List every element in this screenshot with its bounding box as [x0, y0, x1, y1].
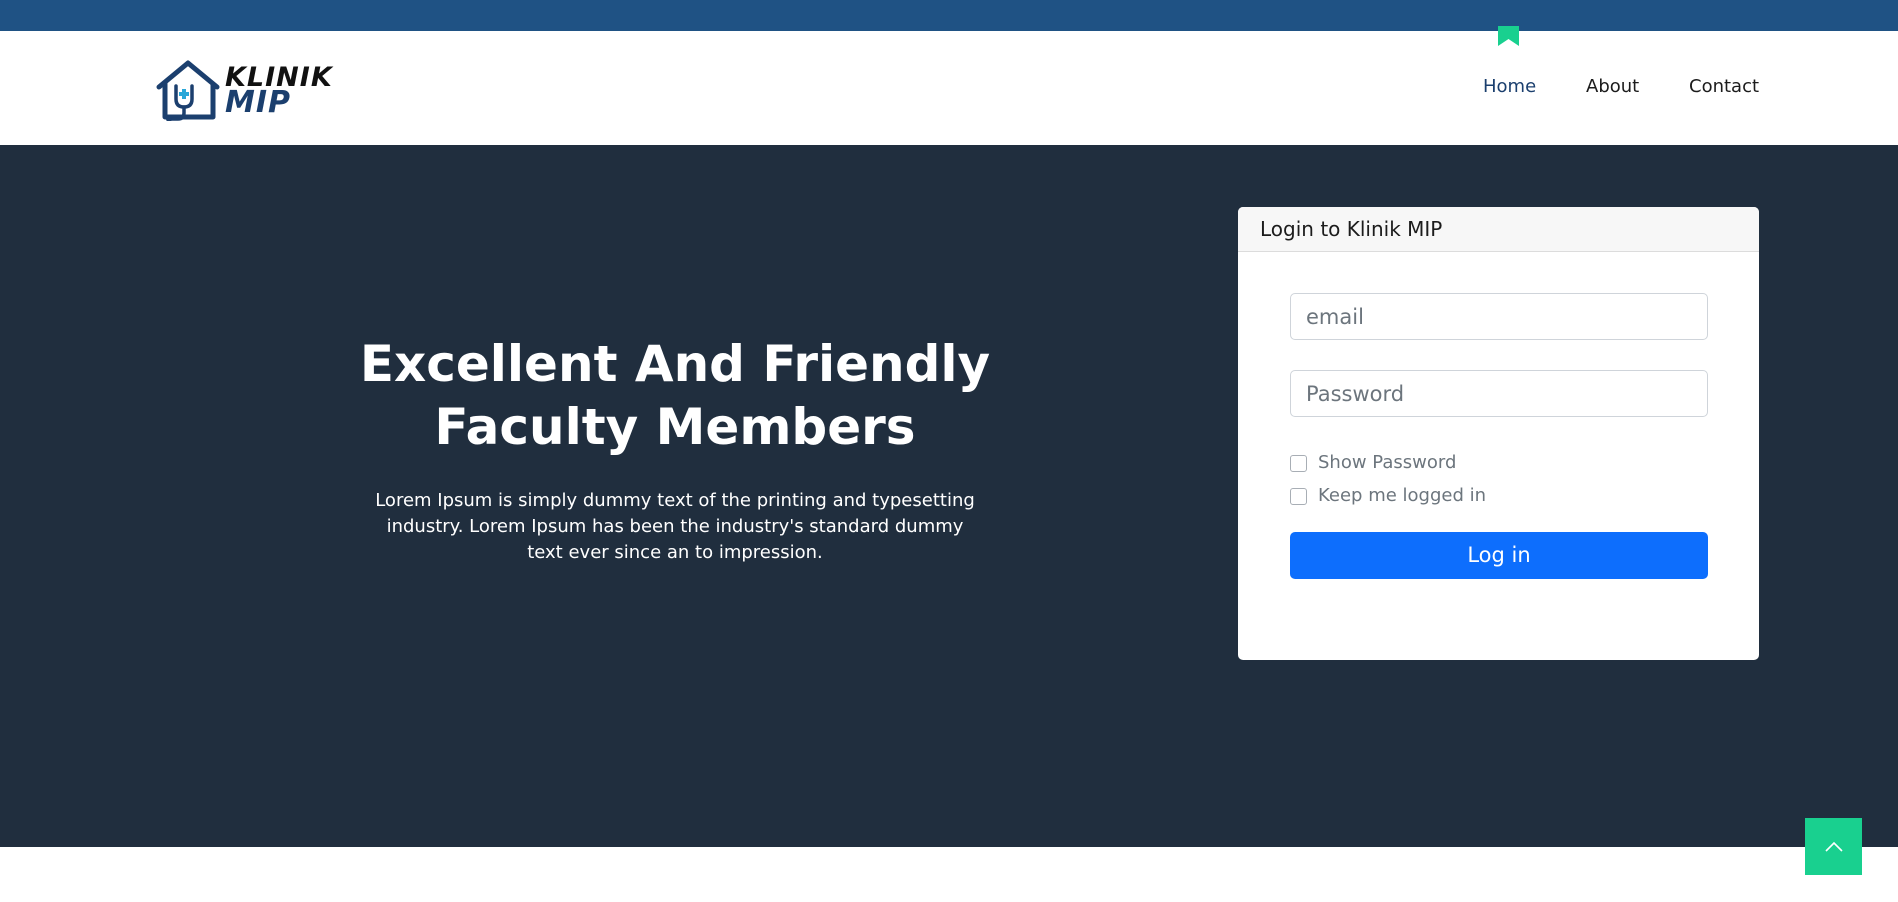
remember-me-label[interactable]: Keep me logged in — [1318, 485, 1486, 506]
hero-title-line2: Faculty Members — [434, 398, 916, 456]
login-card: Login to Klinik MIP Show Password Keep m… — [1238, 207, 1759, 660]
hero-description: Lorem Ipsum is simply dummy text of the … — [375, 490, 975, 563]
nav-home-link[interactable]: Home — [1483, 76, 1536, 97]
brand-name: KLINIK MIP — [225, 64, 333, 120]
hero-title: Excellent And Friendly Faculty Members — [340, 333, 1010, 459]
nav-contact-link[interactable]: Contact — [1689, 76, 1759, 97]
scroll-to-top-button[interactable] — [1805, 818, 1862, 875]
email-field[interactable] — [1290, 293, 1708, 340]
login-card-title: Login to Klinik MIP — [1238, 207, 1759, 252]
brand-logo[interactable]: KLINIK MIP — [155, 59, 332, 121]
show-password-checkbox[interactable] — [1290, 455, 1307, 472]
hero-title-line1: Excellent And Friendly — [359, 335, 991, 393]
remember-me-row[interactable]: Keep me logged in — [1290, 484, 1486, 506]
password-field[interactable] — [1290, 370, 1708, 417]
nav-about-link[interactable]: About — [1586, 76, 1639, 97]
house-stethoscope-icon — [156, 60, 220, 121]
show-password-label[interactable]: Show Password — [1318, 452, 1456, 473]
chevron-up-icon — [1824, 841, 1843, 852]
brand-line2: MIP — [225, 85, 292, 120]
remember-me-checkbox[interactable] — [1290, 488, 1307, 505]
login-button[interactable]: Log in — [1290, 532, 1708, 579]
top-bar — [0, 0, 1898, 31]
show-password-row[interactable]: Show Password — [1290, 451, 1456, 473]
